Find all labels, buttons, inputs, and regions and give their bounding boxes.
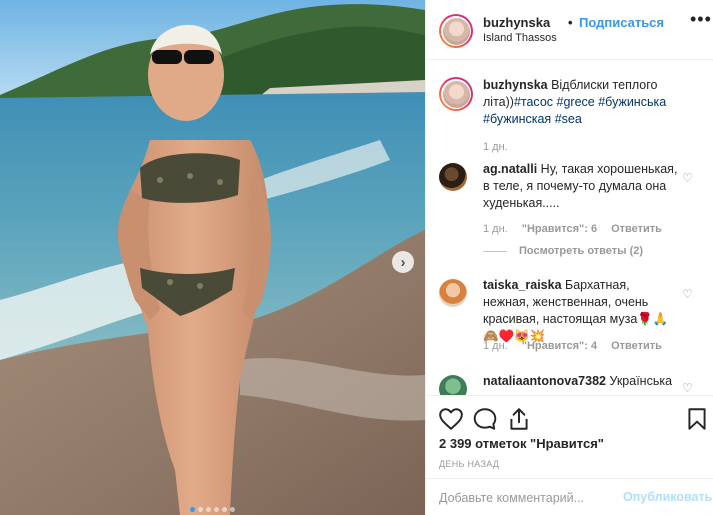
bookmark-icon[interactable] (684, 406, 710, 432)
commenter-username[interactable]: ag.natalli (483, 162, 537, 176)
caption-avatar[interactable] (439, 77, 473, 111)
comment-composer: Опубликовать (426, 478, 713, 515)
commenter-username[interactable]: taiska_raiska (483, 278, 562, 292)
commenter-avatar[interactable] (439, 163, 467, 191)
likes-count[interactable]: 2 399 отметок "Нравится" (439, 436, 604, 451)
post-viewer: › buzhynska • Подписаться Island Thassos… (0, 0, 713, 515)
author-avatar[interactable] (439, 14, 473, 48)
carousel-dot (230, 507, 235, 512)
post-timestamp[interactable]: ДЕНЬ НАЗАД (439, 459, 499, 469)
comment-like-heart-icon[interactable]: ♡ (682, 381, 693, 395)
comment-time[interactable]: 1 дн. (483, 223, 508, 235)
carousel-dot (190, 507, 195, 512)
post-actions-bar (426, 395, 713, 465)
carousel-indicator (0, 507, 425, 512)
header-separator: • (568, 15, 573, 30)
view-replies-label: Посмотреть ответы (2) (519, 245, 644, 257)
replies-divider (483, 250, 507, 252)
location-link[interactable]: Island Thassos (483, 32, 557, 44)
comment-like-heart-icon[interactable]: ♡ (682, 287, 693, 301)
carousel-dot (214, 507, 219, 512)
author-username-link[interactable]: buzhynska (483, 15, 550, 30)
publish-button[interactable]: Опубликовать (623, 490, 712, 504)
comment-meta: 1 дн. "Нравится": 6 Ответить (483, 223, 662, 235)
hashtag-link[interactable]: #бужинська (598, 95, 666, 109)
post-header: buzhynska • Подписаться Island Thassos •… (426, 0, 713, 60)
hashtag-link[interactable]: #бужинская (483, 112, 551, 126)
comment-text: nataliaantonova7382 Українська (483, 373, 693, 390)
hashtag-link[interactable]: #тасос (514, 95, 553, 109)
carousel-next-button[interactable]: › (392, 251, 414, 273)
comment-like-heart-icon[interactable]: ♡ (682, 171, 693, 185)
comments-list[interactable]: buzhynska Відблиски теплого літа))#тасос… (426, 61, 713, 395)
comment-likes-count[interactable]: "Нравится": 4 (522, 340, 597, 352)
heart-icon[interactable] (438, 406, 464, 432)
view-replies-button[interactable]: Посмотреть ответы (2) (483, 245, 643, 257)
carousel-dot (206, 507, 211, 512)
chevron-right-icon: › (400, 253, 406, 271)
comment-time[interactable]: 1 дн. (483, 340, 508, 352)
comment-text: ag.natalli Ну, такая хорошенькая, в теле… (483, 161, 679, 212)
beach-photo-image (0, 0, 425, 515)
comment-message: Українська (609, 374, 673, 388)
caption-time[interactable]: 1 дн. (483, 141, 508, 153)
carousel-dot (222, 507, 227, 512)
follow-button[interactable]: Подписаться (579, 15, 664, 30)
add-comment-input[interactable] (439, 489, 609, 507)
comment-reply-button[interactable]: Ответить (611, 340, 662, 352)
caption-username[interactable]: buzhynska (483, 78, 548, 92)
comment-meta: 1 дн. "Нравится": 4 Ответить (483, 340, 662, 352)
commenter-username[interactable]: nataliaantonova7382 (483, 374, 606, 388)
share-icon[interactable] (506, 406, 532, 432)
comment-text: taiska_raiska Бархатная, нежная, женстве… (483, 277, 679, 345)
hashtag-link[interactable]: #grece (557, 95, 595, 109)
caption-text: buzhynska Відблиски теплого літа))#тасос… (483, 77, 683, 128)
carousel-dot (198, 507, 203, 512)
hashtag-link[interactable]: #sea (555, 112, 582, 126)
comment-icon[interactable] (472, 406, 498, 432)
post-side-panel: buzhynska • Подписаться Island Thassos •… (425, 0, 713, 515)
caption-meta: 1 дн. (483, 141, 508, 153)
more-options-icon[interactable]: ••• (690, 10, 712, 28)
post-photo[interactable]: › (0, 0, 425, 515)
comment-reply-button[interactable]: Ответить (611, 223, 662, 235)
comment-likes-count[interactable]: "Нравится": 6 (522, 223, 597, 235)
commenter-avatar[interactable] (439, 375, 467, 395)
commenter-avatar[interactable] (439, 279, 467, 307)
